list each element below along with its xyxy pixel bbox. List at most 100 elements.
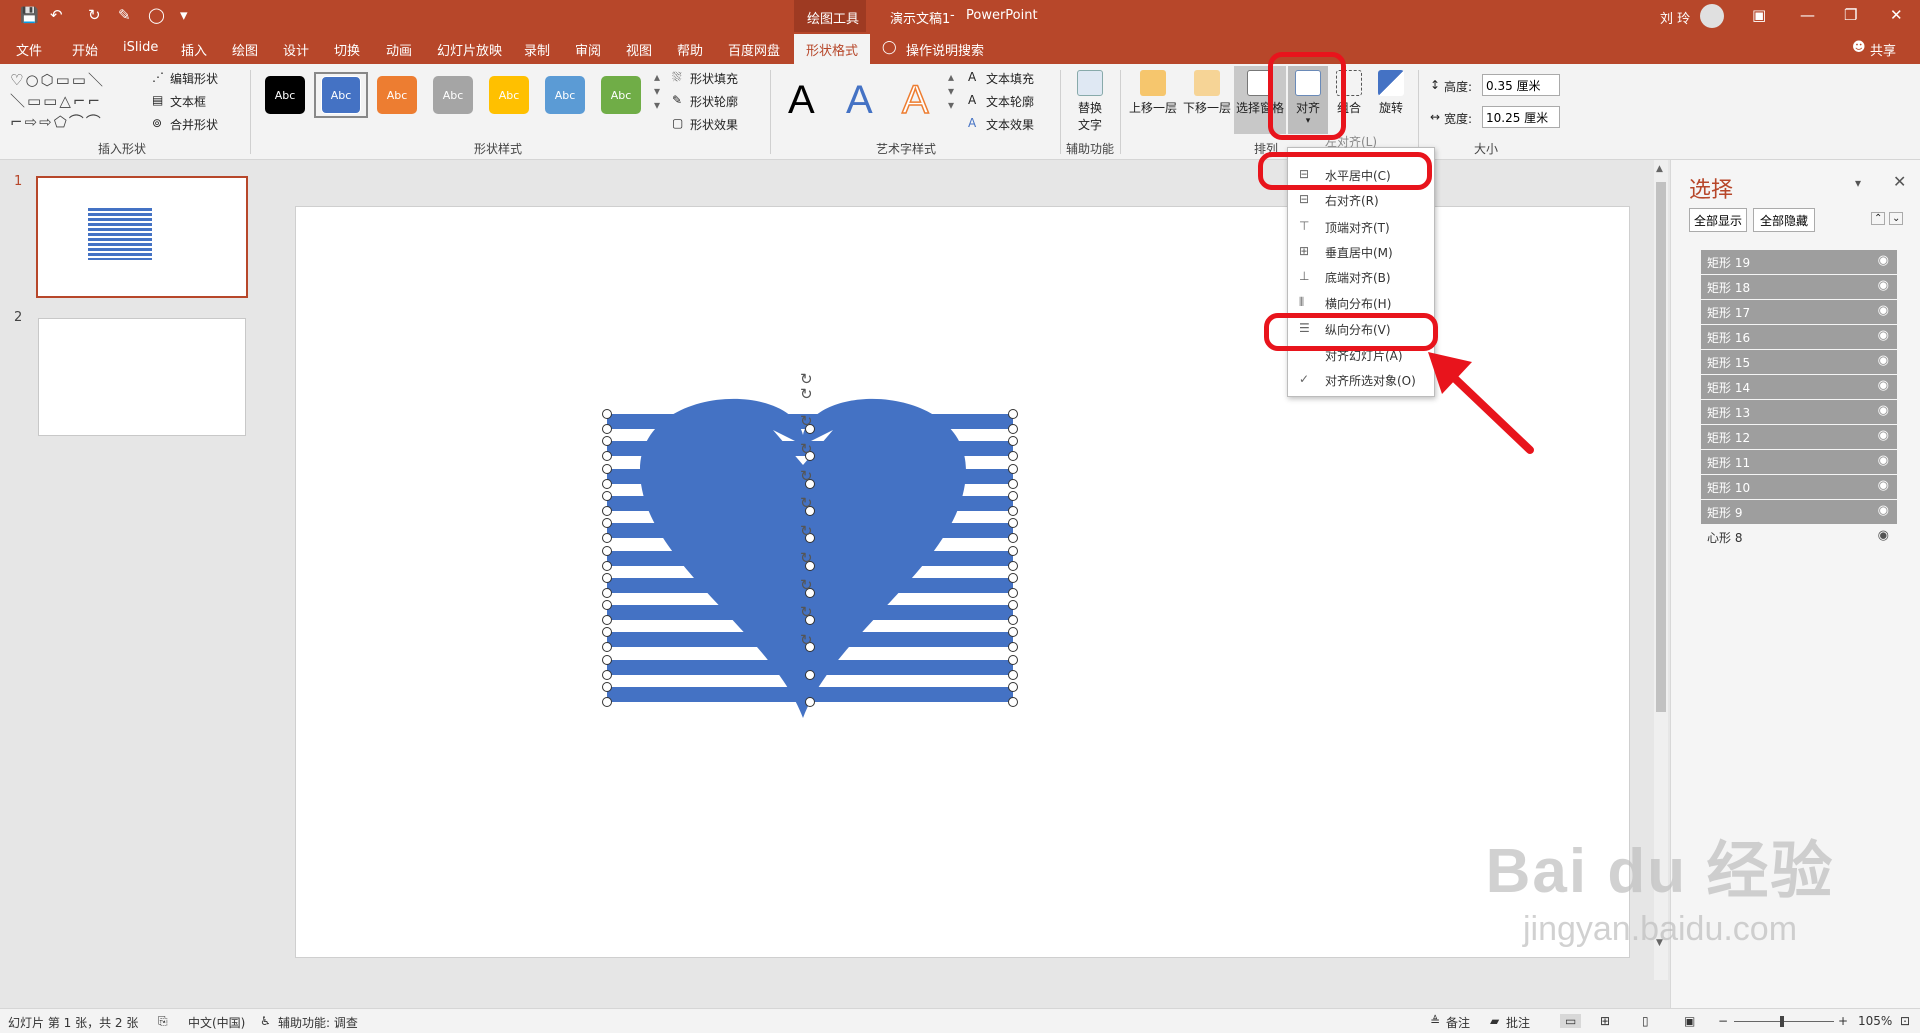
visibility-eye-icon[interactable]: ◉ [1878,353,1889,368]
resize-handle[interactable] [602,505,612,516]
resize-handle[interactable] [1008,478,1018,489]
menu-item-align-bottom[interactable]: ⊥ 底端对齐(B) [1289,264,1435,290]
menu-item-align-middle[interactable]: ⊞ 垂直居中(M) [1289,239,1435,265]
resize-handle[interactable] [602,560,612,571]
scroll-thumb[interactable] [1656,182,1666,712]
visibility-eye-icon[interactable]: ◉ [1878,303,1889,318]
visibility-eye-icon[interactable]: ◉ [1878,478,1889,493]
resize-handle[interactable] [1008,669,1018,680]
selection-item-label: 矩形 19 [1707,256,1751,270]
rotate-handle-icon[interactable]: ↻ [800,550,813,566]
resize-handle[interactable] [602,697,612,707]
show-all-button[interactable]: 全部显示 [1689,208,1747,232]
resize-handle[interactable] [1008,572,1018,583]
resize-handle[interactable] [602,572,612,583]
rotate-handle-icon[interactable]: ↻ [800,387,813,402]
zoom-slider[interactable] [1734,1016,1834,1027]
resize-handle[interactable] [602,463,612,474]
selection-item-label: 心形 8 [1707,531,1743,545]
rotate-handle-icon[interactable]: ↻ [800,414,813,429]
visibility-eye-icon[interactable]: ◉ [1878,378,1889,393]
visibility-eye-icon[interactable]: ◉ [1878,503,1889,518]
selection-item[interactable]: 心形 8 ◉ [1701,525,1897,549]
resize-handle[interactable] [1008,505,1018,516]
selection-item[interactable]: 矩形 15 ◉ [1701,350,1897,374]
pane-close-icon[interactable]: ✕ [1893,172,1906,191]
selection-item[interactable]: 矩形 10 ◉ [1701,475,1897,499]
selection-item-label: 矩形 13 [1707,406,1751,420]
zoom-level[interactable]: 105% [1858,1014,1892,1028]
resize-handle[interactable] [1008,490,1018,501]
visibility-eye-icon[interactable]: ◉ [1878,403,1889,418]
selection-item[interactable]: 矩形 14 ◉ [1701,375,1897,399]
resize-handle[interactable] [602,654,612,665]
language-status[interactable]: 中文(中国) [188,1014,245,1031]
rotate-handle-icon[interactable]: ↻ [800,578,813,593]
selection-item[interactable]: 矩形 11 ◉ [1701,450,1897,474]
resize-handle[interactable] [602,682,612,692]
resize-handle[interactable] [1008,587,1018,598]
red-arrow-icon [1428,352,1534,454]
rotate-handle-icon[interactable]: ↻ [800,605,813,620]
resize-handle[interactable] [602,478,612,489]
rotate-handle-icon[interactable]: ↻ [800,468,813,484]
resize-handle[interactable] [602,587,612,598]
resize-handle[interactable] [1008,409,1018,419]
resize-handle[interactable] [602,490,612,501]
menu-item-align-right[interactable]: ⊟ 右对齐(R) [1289,187,1435,213]
rotate-handle-icon[interactable]: ↻ [800,632,813,648]
zoom-out-icon[interactable]: − [1718,1014,1728,1028]
resize-handle[interactable] [1008,654,1018,665]
menu-item-align-selected[interactable]: ✓ 对齐所选对象(O) [1289,367,1435,393]
resize-handle[interactable] [1008,424,1018,434]
resize-handle[interactable] [805,697,815,707]
rotate-handle-icon[interactable]: ↻ [800,372,813,387]
resize-handle[interactable] [1008,682,1018,692]
zoom-in-icon[interactable]: + [1838,1014,1848,1028]
notes-button[interactable]: 备注 [1446,1014,1470,1031]
resize-handle[interactable] [602,545,612,556]
rotate-handle-icon[interactable]: ↻ [800,496,813,511]
selection-item[interactable]: 矩形 18 ◉ [1701,275,1897,299]
resize-handle[interactable] [602,424,612,434]
scroll-up-icon[interactable]: ▲ [1656,164,1663,174]
visibility-eye-icon[interactable]: ◉ [1878,528,1889,543]
visibility-eye-icon[interactable]: ◉ [1878,453,1889,468]
align-bottom-icon: ⊥ [1299,269,1310,283]
bring-forward-arrow-icon[interactable]: ⌃ [1871,212,1886,225]
selection-item[interactable]: 矩形 19 ◉ [1701,250,1897,274]
spellcheck-icon[interactable]: ⎘ [158,1014,168,1029]
comments-button[interactable]: 批注 [1506,1014,1530,1031]
visibility-eye-icon[interactable]: ◉ [1878,253,1889,268]
selection-item[interactable]: 矩形 13 ◉ [1701,400,1897,424]
selection-item[interactable]: 矩形 12 ◉ [1701,425,1897,449]
resize-handle[interactable] [1008,560,1018,571]
slide-sorter-icon[interactable]: ⊞ [1600,1014,1610,1028]
selection-item-label: 矩形 9 [1707,506,1743,520]
normal-view-icon[interactable]: ▭ [1560,1014,1582,1028]
resize-handle[interactable] [805,669,815,680]
resize-handle[interactable] [602,669,612,680]
selection-item[interactable]: 矩形 17 ◉ [1701,300,1897,324]
selection-item-label: 矩形 17 [1707,306,1751,320]
resize-handle[interactable] [602,409,612,419]
slideshow-view-icon[interactable]: ▣ [1684,1014,1695,1028]
menu-item-align-top[interactable]: ⊤ 顶端对齐(T) [1289,214,1435,240]
reading-view-icon[interactable]: ▯ [1642,1014,1649,1028]
selection-item[interactable]: 矩形 9 ◉ [1701,500,1897,524]
resize-handle[interactable] [1008,697,1018,707]
pane-options-icon[interactable]: ▾ [1855,176,1861,190]
send-backward-arrow-icon[interactable]: ⌄ [1889,212,1904,225]
visibility-eye-icon[interactable]: ◉ [1878,328,1889,343]
rotate-handle-icon[interactable]: ↻ [800,523,813,539]
rotate-handle-icon[interactable]: ↻ [800,441,813,457]
fit-to-window-icon[interactable]: ⊡ [1900,1014,1910,1028]
visibility-eye-icon[interactable]: ◉ [1878,278,1889,293]
notes-icon: ≜ [1430,1014,1441,1028]
resize-handle[interactable] [1008,545,1018,556]
selection-item[interactable]: 矩形 16 ◉ [1701,325,1897,349]
accessibility-status[interactable]: 辅助功能: 调查 [278,1014,358,1031]
hide-all-button[interactable]: 全部隐藏 [1753,208,1815,232]
resize-handle[interactable] [1008,463,1018,474]
visibility-eye-icon[interactable]: ◉ [1878,428,1889,443]
